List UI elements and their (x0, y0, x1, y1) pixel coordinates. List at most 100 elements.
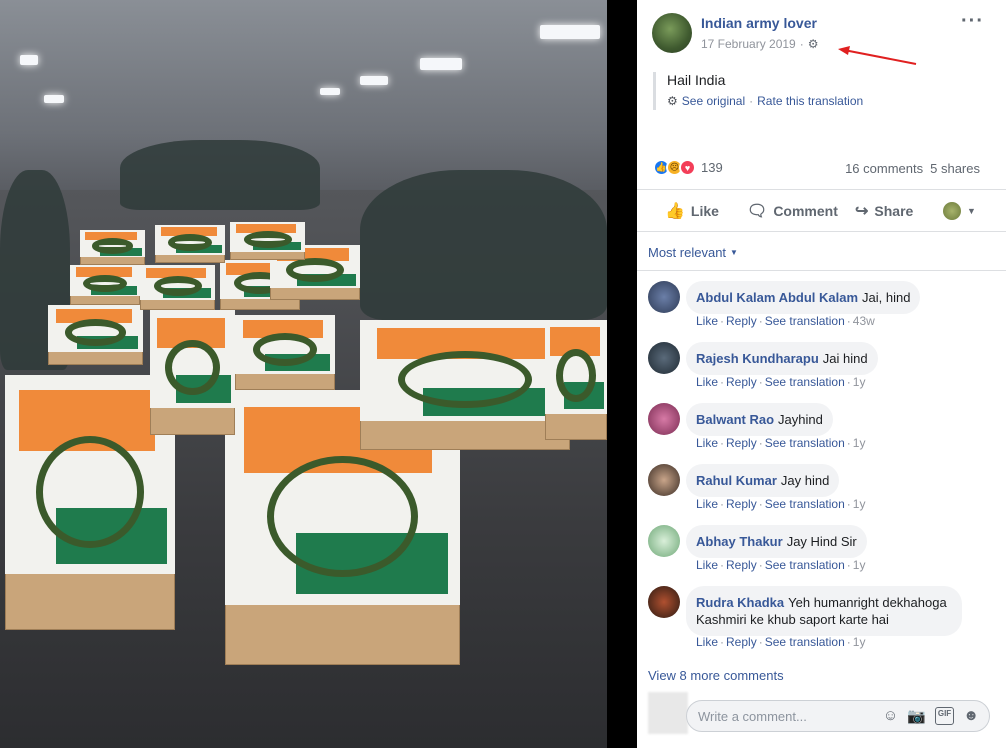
comment-text: Jai hind (822, 351, 868, 366)
author-avatar[interactable] (652, 13, 692, 53)
comment-item: Rahul Kumar Jay hind Like · Reply · See trans… (648, 464, 998, 516)
cabin-light (20, 55, 38, 65)
comment-like-link[interactable]: Like (696, 436, 718, 450)
comment-like-link[interactable]: Like (696, 558, 718, 572)
comment-reply-link[interactable]: Reply (726, 375, 757, 389)
see-translation-link[interactable]: See translation (765, 558, 845, 572)
comment-reply-link[interactable]: Reply (726, 558, 757, 572)
commenter-name[interactable]: Rudra Khadka (696, 595, 784, 610)
comment-bubble-icon: 🗨 (747, 203, 768, 220)
see-original-link[interactable]: See original (682, 94, 745, 108)
gif-icon[interactable]: GIF (934, 707, 955, 725)
comment-time[interactable]: 1y (853, 436, 866, 450)
comment-time[interactable]: 1y (853, 558, 866, 572)
love-reaction-icon: ♥ (679, 159, 696, 176)
commenter-avatar[interactable] (648, 403, 680, 435)
emoji-icon[interactable]: ☺ (883, 707, 898, 725)
see-translation-link[interactable]: See translation (765, 436, 845, 450)
comment-reply-link[interactable]: Reply (726, 635, 757, 649)
comment-time[interactable]: 1y (853, 635, 866, 649)
comments-count[interactable]: 16 comments (845, 161, 923, 176)
cabin-light (540, 25, 600, 39)
share-button[interactable]: ↪ Share (855, 201, 913, 221)
viewer-avatar (943, 202, 961, 220)
comment-bubble: Abdul Kalam Abdul Kalam Jai, hind (686, 281, 921, 314)
commenter-avatar[interactable] (648, 586, 680, 618)
comment-item: Rajesh Kundharapu Jai hind Like · Reply · See… (648, 342, 998, 394)
shares-count[interactable]: 5 shares (930, 161, 980, 176)
commenter-name[interactable]: Abdul Kalam Abdul Kalam (696, 290, 858, 305)
post-body: Hail India ⚙ See original · Rate this tr… (653, 72, 863, 110)
view-more-comments-link[interactable]: View 8 more comments (648, 668, 784, 683)
commenter-avatar[interactable] (648, 342, 680, 374)
dot-separator: · (749, 94, 754, 108)
thumbs-up-icon: 👍 (665, 203, 685, 220)
post-timestamp-row: 17 February 2019 · ⚙ (701, 37, 819, 51)
see-translation-link[interactable]: See translation (765, 314, 845, 328)
comment-actions: Like · Reply · See translation · 1y (696, 635, 866, 649)
rate-translation-link[interactable]: Rate this translation (757, 94, 863, 108)
caret-down-icon: ▼ (967, 206, 976, 216)
comment-item: Rudra Khadka Yeh humanright dekhahoga Kas… (648, 586, 998, 656)
divider (637, 189, 1006, 190)
cabin-light (420, 58, 462, 70)
comment-like-link[interactable]: Like (696, 497, 718, 511)
comment-reply-link[interactable]: Reply (726, 436, 757, 450)
commenter-name[interactable]: Rahul Kumar (696, 473, 777, 488)
comment-label: Comment (773, 203, 838, 219)
comment-like-link[interactable]: Like (696, 635, 718, 649)
flag-draped-coffin (150, 310, 235, 435)
comment-sort-dropdown[interactable]: Most relevant ▼ (648, 245, 738, 260)
comment-time[interactable]: 43w (853, 314, 875, 328)
soldiers-group (360, 170, 607, 320)
comment-like-link[interactable]: Like (696, 375, 718, 389)
comment-reply-link[interactable]: Reply (726, 497, 757, 511)
comment-bubble: Balwant Rao Jayhind (686, 403, 833, 436)
comment-item: Abhay Thakur Jay Hind Sir Like · Reply · See … (648, 525, 998, 577)
comment-time[interactable]: 1y (853, 375, 866, 389)
comment-button[interactable]: 🗨 Comment (747, 201, 838, 221)
commenter-name[interactable]: Balwant Rao (696, 412, 774, 427)
flag-draped-coffin (155, 225, 225, 263)
flag-draped-coffin (70, 265, 140, 305)
divider (637, 270, 1006, 271)
commenter-avatar[interactable] (648, 281, 680, 313)
see-translation-link[interactable]: See translation (765, 635, 845, 649)
see-translation-link[interactable]: See translation (765, 497, 845, 511)
cabin-light (320, 88, 340, 95)
comment-bubble: Rudra Khadka Yeh humanright dekhahoga Kas… (686, 586, 962, 636)
comment-like-link[interactable]: Like (696, 314, 718, 328)
translation-gear-icon[interactable]: ⚙ (667, 94, 678, 108)
more-options-icon[interactable]: ··· (961, 10, 984, 33)
sticker-icon[interactable]: ☻ (963, 707, 979, 725)
post-date[interactable]: 17 February 2019 (701, 37, 796, 51)
comment-actions: Like · Reply · See translation · 1y (696, 497, 866, 511)
commenter-name[interactable]: Rajesh Kundharapu (696, 351, 819, 366)
audience-gear-icon[interactable]: ⚙ (808, 37, 819, 51)
camera-icon[interactable]: 📷 (907, 707, 926, 725)
commenter-avatar[interactable] (648, 464, 680, 496)
post-photo[interactable] (0, 0, 607, 748)
flag-draped-coffin (235, 315, 335, 390)
author-name[interactable]: Indian army lover (701, 15, 817, 31)
post-stats: 16 comments 5 shares (845, 161, 980, 176)
commenter-name[interactable]: Abhay Thakur (696, 534, 783, 549)
comment-item: Abdul Kalam Abdul Kalam Jai, hind Like · Re… (648, 281, 998, 333)
like-button[interactable]: 👍 Like (665, 201, 719, 221)
share-arrow-icon: ↪ (855, 203, 869, 220)
reactions-summary[interactable]: 👍 ☹ ♥ 139 (653, 159, 723, 176)
see-translation-link[interactable]: See translation (765, 375, 845, 389)
post-message: Hail India (667, 72, 726, 88)
flag-draped-coffin (48, 305, 143, 365)
comment-actions: Like · Reply · See translation · 1y (696, 375, 866, 389)
write-comment-placeholder: Write a comment... (698, 708, 807, 724)
commenter-avatar[interactable] (648, 525, 680, 557)
write-comment-input[interactable]: Write a comment... ☺ 📷 GIF ☻ (686, 700, 990, 732)
comment-reply-link[interactable]: Reply (726, 314, 757, 328)
dot-separator: · (799, 37, 804, 51)
caret-down-icon: ▼ (730, 248, 738, 257)
comment-time[interactable]: 1y (853, 497, 866, 511)
reaction-identity-selector[interactable]: ▼ (943, 202, 976, 220)
reaction-count[interactable]: 139 (701, 160, 723, 175)
comment-actions: Like · Reply · See translation · 43w (696, 314, 875, 328)
